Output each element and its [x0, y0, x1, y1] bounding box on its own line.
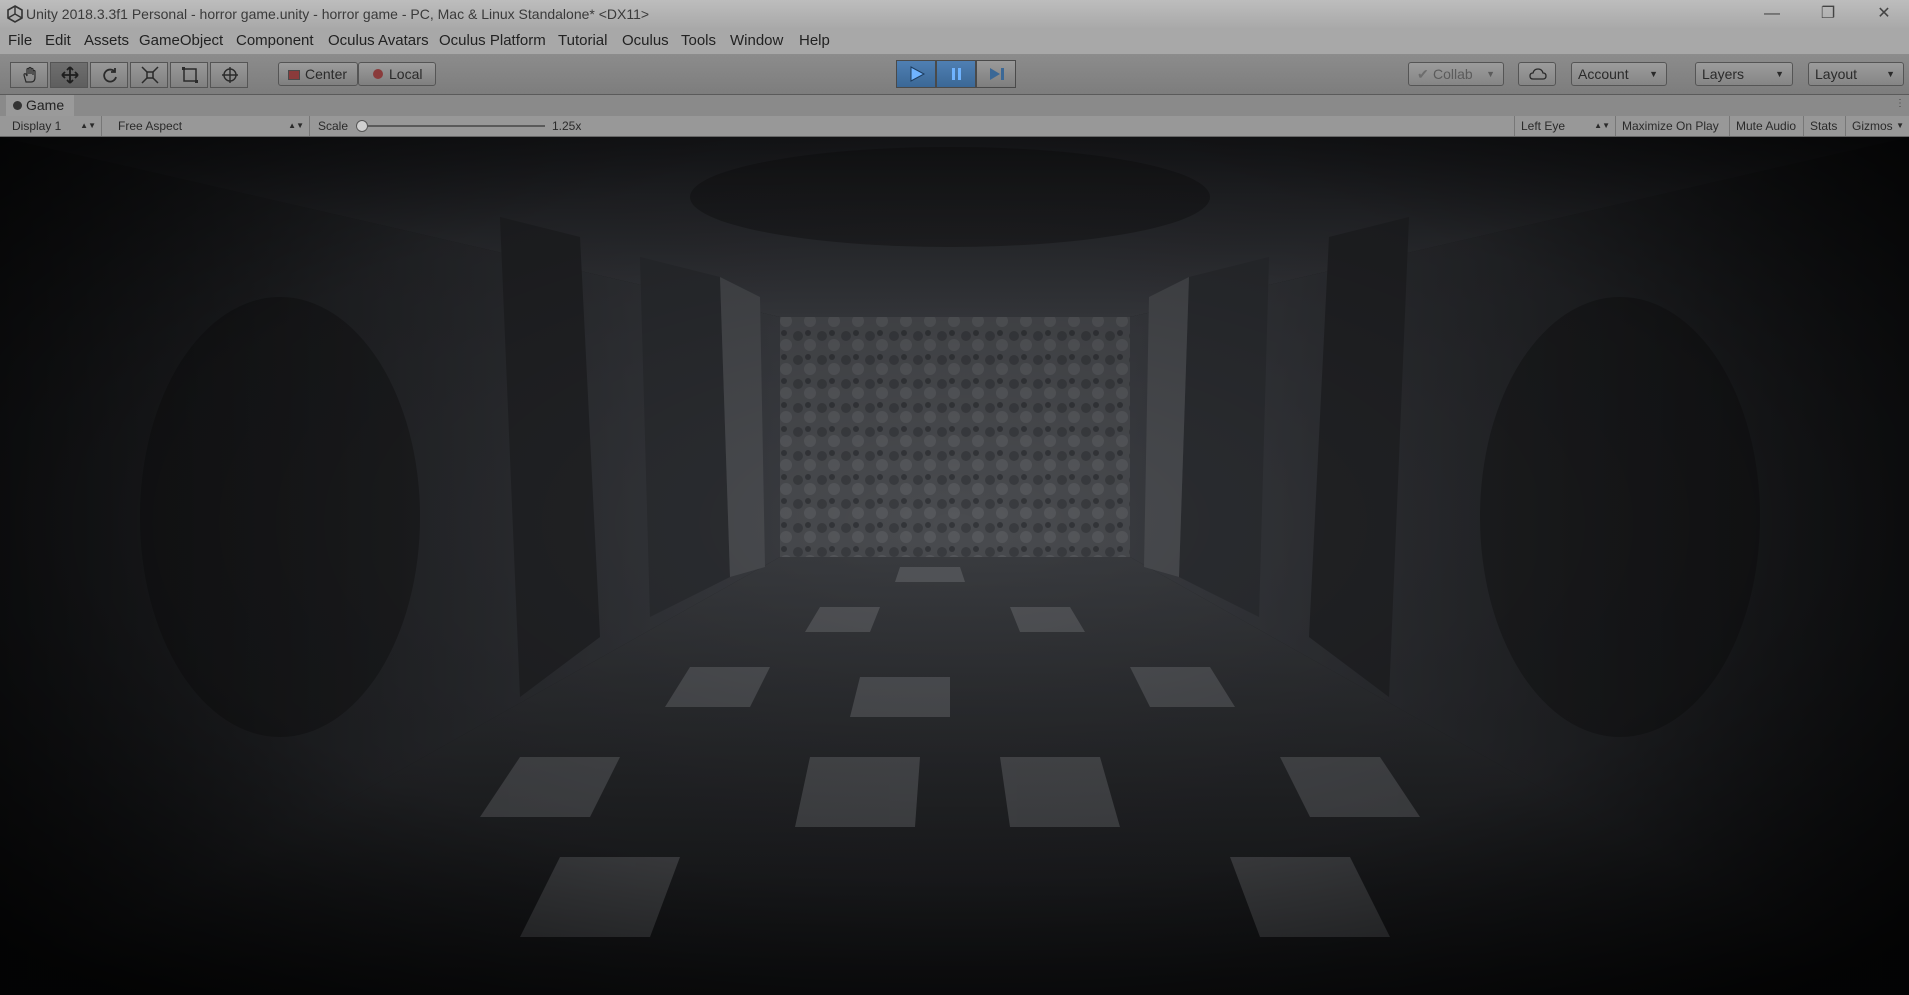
layers-label: Layers	[1702, 66, 1745, 82]
collab-dropdown[interactable]: ✔ Collab ▼	[1408, 62, 1504, 86]
mute-audio-label: Mute Audio	[1736, 119, 1797, 133]
game-pacman-icon	[13, 101, 22, 110]
layout-label: Layout	[1815, 66, 1858, 82]
pause-icon	[952, 68, 961, 80]
menu-oculus-platform[interactable]: Oculus Platform	[439, 32, 546, 49]
eye-label: Left Eye	[1521, 119, 1566, 133]
corridor-scene	[0, 137, 1909, 995]
rect-icon	[182, 67, 198, 83]
play-icon	[910, 66, 926, 82]
scale-slider-track[interactable]	[360, 125, 545, 127]
hand-tool-button[interactable]	[10, 62, 48, 88]
play-button[interactable]	[896, 60, 936, 88]
window-titlebar: Unity 2018.3.3f1 Personal - horror game.…	[0, 0, 1909, 28]
menu-assets[interactable]: Assets	[84, 32, 129, 49]
cloud-button[interactable]	[1518, 62, 1556, 86]
account-label: Account	[1578, 66, 1629, 82]
menu-tutorial[interactable]: Tutorial	[558, 32, 607, 49]
move-tool-button[interactable]	[50, 62, 88, 88]
menu-window[interactable]: Window	[730, 32, 783, 49]
collab-label: Collab	[1433, 66, 1473, 82]
move-icon	[61, 66, 79, 84]
game-view-controls: Display 1 ▲▼ Free Aspect ▲▼ Scale 1.25x …	[0, 116, 1909, 137]
menu-tools[interactable]: Tools	[681, 32, 716, 49]
stats-toggle[interactable]: Stats	[1804, 116, 1846, 136]
space-label: Local	[389, 66, 423, 82]
transform-icon	[222, 67, 238, 83]
scale-value: 1.25x	[552, 119, 582, 133]
pause-button[interactable]	[936, 60, 976, 88]
menu-bar: File Edit Assets GameObject Component Oc…	[0, 28, 1909, 54]
gizmos-label: Gizmos	[1852, 119, 1893, 133]
aspect-dropdown[interactable]: Free Aspect ▲▼	[112, 116, 310, 136]
updown-arrow-icon: ▲▼	[1594, 121, 1610, 130]
rotate-icon	[103, 68, 117, 83]
pivot-label: Center	[305, 66, 348, 82]
pivot-icon	[288, 70, 300, 80]
layers-dropdown[interactable]: Layers ▼	[1695, 62, 1793, 86]
menu-help[interactable]: Help	[799, 32, 830, 49]
restore-button[interactable]: ❐	[1805, 2, 1851, 26]
scale-label: Scale	[318, 119, 349, 133]
unity-logo-icon	[7, 5, 23, 23]
game-viewport[interactable]	[0, 137, 1909, 995]
menu-component[interactable]: Component	[236, 32, 314, 49]
chevron-down-icon: ▼	[1896, 121, 1904, 130]
close-button[interactable]: ✕	[1861, 2, 1907, 26]
maximize-on-play-toggle[interactable]: Maximize On Play	[1616, 116, 1730, 136]
tab-menu-icon[interactable]: ⋮	[1895, 98, 1905, 109]
maximize-on-play-label: Maximize On Play	[1622, 119, 1719, 133]
menu-edit[interactable]: Edit	[45, 32, 71, 49]
chevron-down-icon: ▼	[1486, 69, 1495, 79]
game-tab-header: Game ⋮	[0, 95, 1909, 116]
updown-arrow-icon: ▲▼	[288, 121, 304, 130]
check-icon: ✔	[1417, 66, 1429, 82]
display-label: Display 1	[12, 119, 62, 133]
step-button[interactable]	[976, 60, 1016, 88]
eye-dropdown[interactable]: Left Eye ▲▼	[1514, 116, 1616, 136]
menu-oculus[interactable]: Oculus	[622, 32, 669, 49]
globe-icon	[373, 69, 383, 79]
transform-tool-button[interactable]	[210, 62, 248, 88]
tab-game-label: Game	[26, 97, 65, 113]
stats-label: Stats	[1810, 119, 1838, 133]
chevron-down-icon: ▼	[1886, 69, 1895, 79]
display-dropdown[interactable]: Display 1 ▲▼	[6, 116, 102, 136]
menu-oculus-avatars[interactable]: Oculus Avatars	[328, 32, 429, 49]
aspect-label: Free Aspect	[118, 119, 183, 133]
scale-icon	[141, 66, 159, 84]
minimize-button[interactable]: —	[1749, 2, 1795, 26]
mute-audio-toggle[interactable]: Mute Audio	[1730, 116, 1804, 136]
step-icon	[990, 68, 1004, 80]
rect-tool-button[interactable]	[170, 62, 208, 88]
main-toolbar: Center Local ✔ Collab ▼ Account ▼ Layers…	[0, 54, 1909, 95]
menu-file[interactable]: File	[8, 32, 32, 49]
gizmos-dropdown[interactable]: Gizmos ▼	[1846, 116, 1909, 136]
chevron-down-icon: ▼	[1649, 69, 1658, 79]
scale-slider-thumb[interactable]	[356, 120, 368, 132]
pivot-center-button[interactable]: Center	[278, 62, 358, 86]
updown-arrow-icon: ▲▼	[80, 121, 96, 130]
window-title: Unity 2018.3.3f1 Personal - horror game.…	[26, 6, 650, 22]
tab-game[interactable]: Game	[6, 95, 75, 116]
account-dropdown[interactable]: Account ▼	[1571, 62, 1667, 86]
cloud-icon	[1529, 68, 1547, 80]
scale-tool-button[interactable]	[130, 62, 168, 88]
menu-gameobject[interactable]: GameObject	[139, 32, 223, 49]
hand-icon	[23, 66, 36, 83]
chevron-down-icon: ▼	[1775, 69, 1784, 79]
space-local-button[interactable]: Local	[358, 62, 436, 86]
rotate-tool-button[interactable]	[90, 62, 128, 88]
layout-dropdown[interactable]: Layout ▼	[1808, 62, 1904, 86]
